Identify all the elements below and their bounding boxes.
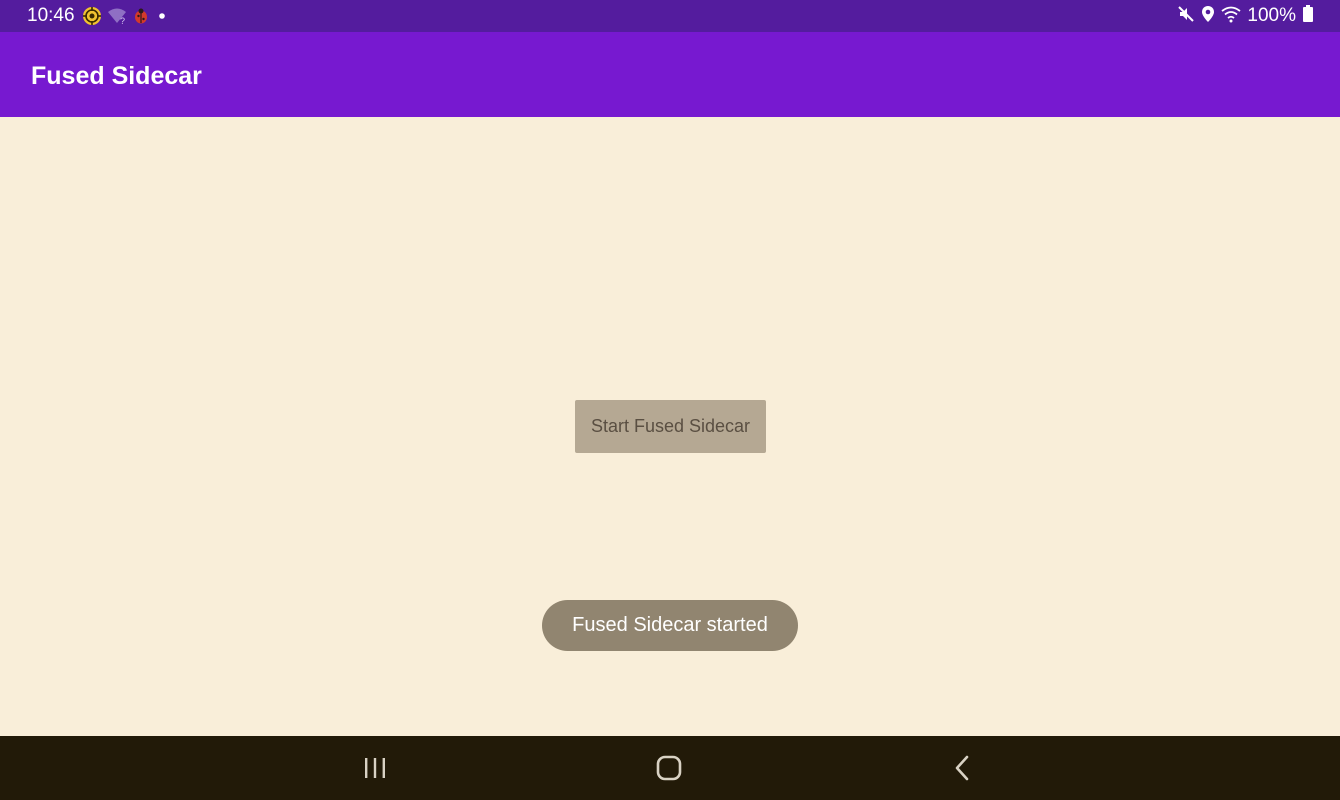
toast-message: Fused Sidecar started xyxy=(542,600,798,651)
app-bar: Fused Sidecar xyxy=(0,32,1340,117)
back-icon xyxy=(955,755,969,781)
wifi-icon xyxy=(1221,5,1241,28)
toast-text: Fused Sidecar started xyxy=(572,614,768,636)
back-button[interactable] xyxy=(945,752,981,784)
start-fused-sidecar-button[interactable]: Start Fused Sidecar xyxy=(575,400,766,453)
mute-icon xyxy=(1177,5,1195,28)
status-system-icons: 100% xyxy=(1177,4,1314,28)
wifi-question-icon: ? xyxy=(107,7,127,25)
app-screen: 10:46 ? 100% Fused Sidecar Start Fused S… xyxy=(0,0,1340,800)
recents-icon xyxy=(365,758,385,778)
navigation-bar xyxy=(0,736,1340,800)
home-icon xyxy=(656,755,682,781)
status-bar: 10:46 ? 100% xyxy=(0,0,1340,32)
recents-button[interactable] xyxy=(357,752,393,784)
status-time: 10:46 xyxy=(27,5,75,26)
battery-icon xyxy=(1302,4,1314,28)
location-icon xyxy=(1201,5,1215,28)
battery-percent: 100% xyxy=(1247,5,1296,26)
bug-app-icon xyxy=(132,7,150,25)
target-app-icon xyxy=(82,6,102,26)
notification-dot-icon xyxy=(155,9,169,23)
svg-text:?: ? xyxy=(120,16,125,25)
status-notification-icons: ? xyxy=(82,6,169,26)
app-title: Fused Sidecar xyxy=(31,62,202,90)
home-button[interactable] xyxy=(651,752,687,784)
